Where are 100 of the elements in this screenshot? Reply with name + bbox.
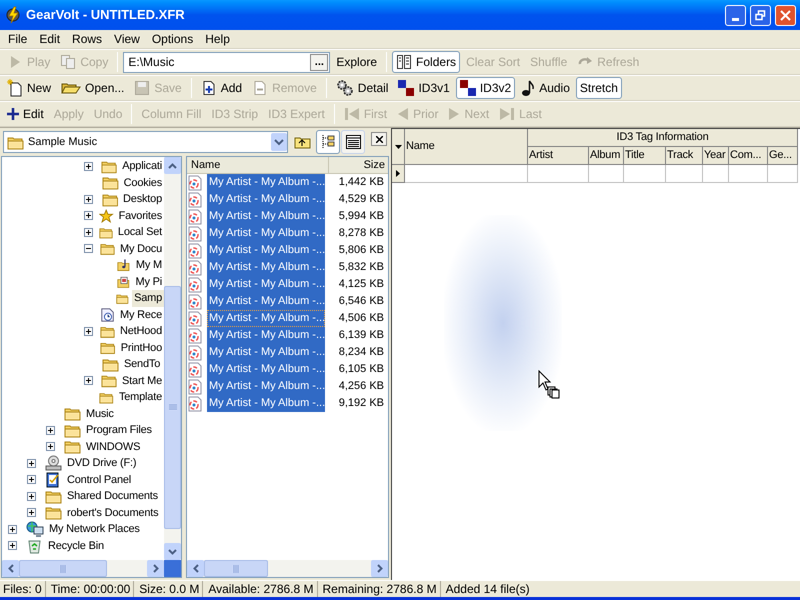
restore-button[interactable]	[750, 4, 771, 26]
file-name[interactable]: My Artist - My Album -...	[207, 310, 325, 327]
tree-item[interactable]: Template	[116, 389, 164, 406]
tree-item[interactable]: Recycle Bin	[46, 538, 106, 554]
column-header[interactable]: Name	[187, 157, 329, 173]
menu-item[interactable]: View	[108, 30, 146, 48]
expand-plus-icon[interactable]	[46, 426, 55, 435]
file-name[interactable]: My Artist - My Album -...	[207, 293, 325, 310]
menu-item[interactable]: Edit	[33, 30, 66, 48]
new-button[interactable]: New	[3, 77, 56, 99]
scroll-right-button[interactable]	[371, 560, 388, 577]
close-pane-button[interactable]	[371, 132, 387, 146]
horizontal-scrollbar[interactable]	[2, 560, 164, 577]
tree-item[interactable]: Program Files	[84, 422, 154, 438]
expand-plus-icon[interactable]	[84, 326, 93, 336]
tree-item[interactable]: My Rece	[118, 306, 164, 323]
scroll-down-button[interactable]	[164, 543, 181, 560]
grid-cell[interactable]	[729, 165, 768, 183]
open-button[interactable]: Open...	[57, 77, 128, 99]
tree-item[interactable]: Applicati	[120, 158, 164, 174]
expand-plus-icon[interactable]	[8, 541, 17, 550]
collapse-minus-icon[interactable]	[84, 244, 93, 254]
expand-plus-icon[interactable]	[84, 211, 93, 220]
grid-cell[interactable]	[528, 165, 589, 183]
folder-dropdown[interactable]: Sample Music	[3, 131, 288, 153]
file-name[interactable]: My Artist - My Album -...	[207, 174, 325, 191]
column-header[interactable]: Track	[666, 147, 703, 165]
add-button[interactable]: Add	[196, 77, 246, 99]
column-header[interactable]: Artist	[528, 147, 589, 165]
tree-item[interactable]: Music	[84, 406, 116, 422]
file-name[interactable]: My Artist - My Album -...	[207, 327, 325, 344]
file-name[interactable]: My Artist - My Album -...	[207, 225, 325, 242]
file-name[interactable]: My Artist - My Album -...	[207, 191, 325, 208]
column-header[interactable]: Year	[703, 147, 729, 165]
column-menu-button[interactable]	[392, 129, 405, 165]
grid-cell[interactable]	[624, 165, 666, 183]
file-name[interactable]: My Artist - My Album -...	[207, 208, 325, 225]
expand-plus-icon[interactable]	[46, 442, 55, 452]
tree-item[interactable]: robert's Documents	[65, 504, 160, 521]
tree-item[interactable]: Shared Documents	[65, 488, 160, 504]
tree-item[interactable]: Samp	[132, 290, 164, 306]
id3v1-button[interactable]: ID3v1	[394, 77, 454, 99]
scrollbar-thumb[interactable]	[19, 560, 107, 577]
scroll-left-button[interactable]	[187, 560, 204, 577]
path-field[interactable]: E:\Music ...	[123, 52, 330, 72]
grid-cell[interactable]	[666, 165, 703, 183]
edit-button[interactable]: Edit	[3, 103, 48, 125]
expand-plus-icon[interactable]	[8, 524, 17, 534]
tree-item[interactable]: DVD Drive (F:)	[65, 455, 138, 472]
menu-item[interactable]: Options	[146, 30, 200, 48]
expand-plus-icon[interactable]	[84, 162, 93, 171]
tree-view-button[interactable]	[316, 130, 340, 154]
scroll-right-button[interactable]	[147, 560, 164, 577]
grid-cell[interactable]	[405, 165, 528, 183]
list-view-button[interactable]	[341, 130, 366, 154]
grid-cell[interactable]	[589, 165, 624, 183]
file-name[interactable]: My Artist - My Album -...	[207, 259, 325, 276]
expand-plus-icon[interactable]	[27, 458, 36, 468]
scrollbar-thumb[interactable]	[164, 286, 181, 529]
menu-item[interactable]: Help	[199, 30, 236, 48]
tree-item[interactable]: WINDOWS	[84, 438, 142, 455]
minimize-button[interactable]	[725, 4, 746, 26]
file-name[interactable]: My Artist - My Album -...	[207, 276, 325, 293]
column-header[interactable]: Title	[624, 147, 666, 165]
tree-item[interactable]: My Pi	[133, 274, 164, 290]
tree-item[interactable]: My Network Places	[47, 521, 142, 538]
file-name[interactable]: My Artist - My Album -...	[207, 395, 325, 412]
tree-item[interactable]: My M	[134, 257, 164, 274]
file-name[interactable]: My Artist - My Album -...	[207, 344, 325, 361]
tree-item[interactable]: My Docu	[118, 240, 164, 257]
column-header[interactable]: Ge...	[768, 147, 798, 165]
column-header[interactable]: Name	[405, 129, 528, 165]
tree-item[interactable]: NetHood	[118, 323, 164, 340]
browse-button[interactable]: ...	[310, 54, 328, 70]
tree-item[interactable]: Cookies	[122, 174, 164, 191]
expand-plus-icon[interactable]	[27, 475, 36, 484]
scroll-up-button[interactable]	[164, 157, 181, 174]
expand-plus-icon[interactable]	[84, 228, 93, 237]
expand-plus-icon[interactable]	[27, 492, 36, 501]
grid-cell[interactable]	[768, 165, 798, 183]
column-header[interactable]: Size	[329, 157, 388, 173]
audio-button[interactable]: Audio	[517, 77, 574, 99]
tree-item[interactable]: Control Panel	[65, 472, 134, 488]
scroll-left-button[interactable]	[2, 560, 19, 577]
stretch-button[interactable]: Stretch	[576, 77, 622, 99]
tree-item[interactable]: PrintHoo	[118, 340, 164, 356]
tree-item[interactable]: Local Set	[116, 224, 164, 240]
tree-item[interactable]: SendTo	[122, 356, 162, 372]
tree-item[interactable]: Favorites	[116, 208, 164, 224]
column-header[interactable]: Album	[589, 147, 624, 165]
explore-button[interactable]: Explore	[332, 51, 382, 73]
file-name[interactable]: My Artist - My Album -...	[207, 361, 325, 378]
menu-item[interactable]: File	[2, 30, 34, 48]
expand-plus-icon[interactable]	[84, 376, 93, 386]
id3v2-button[interactable]: ID3v2	[456, 77, 516, 99]
detail-button[interactable]: Detail	[332, 77, 392, 99]
expand-plus-icon[interactable]	[27, 508, 36, 518]
folders-button[interactable]: Folders	[392, 51, 460, 73]
menu-item[interactable]: Rows	[66, 30, 108, 48]
grid-cell[interactable]	[703, 165, 729, 183]
